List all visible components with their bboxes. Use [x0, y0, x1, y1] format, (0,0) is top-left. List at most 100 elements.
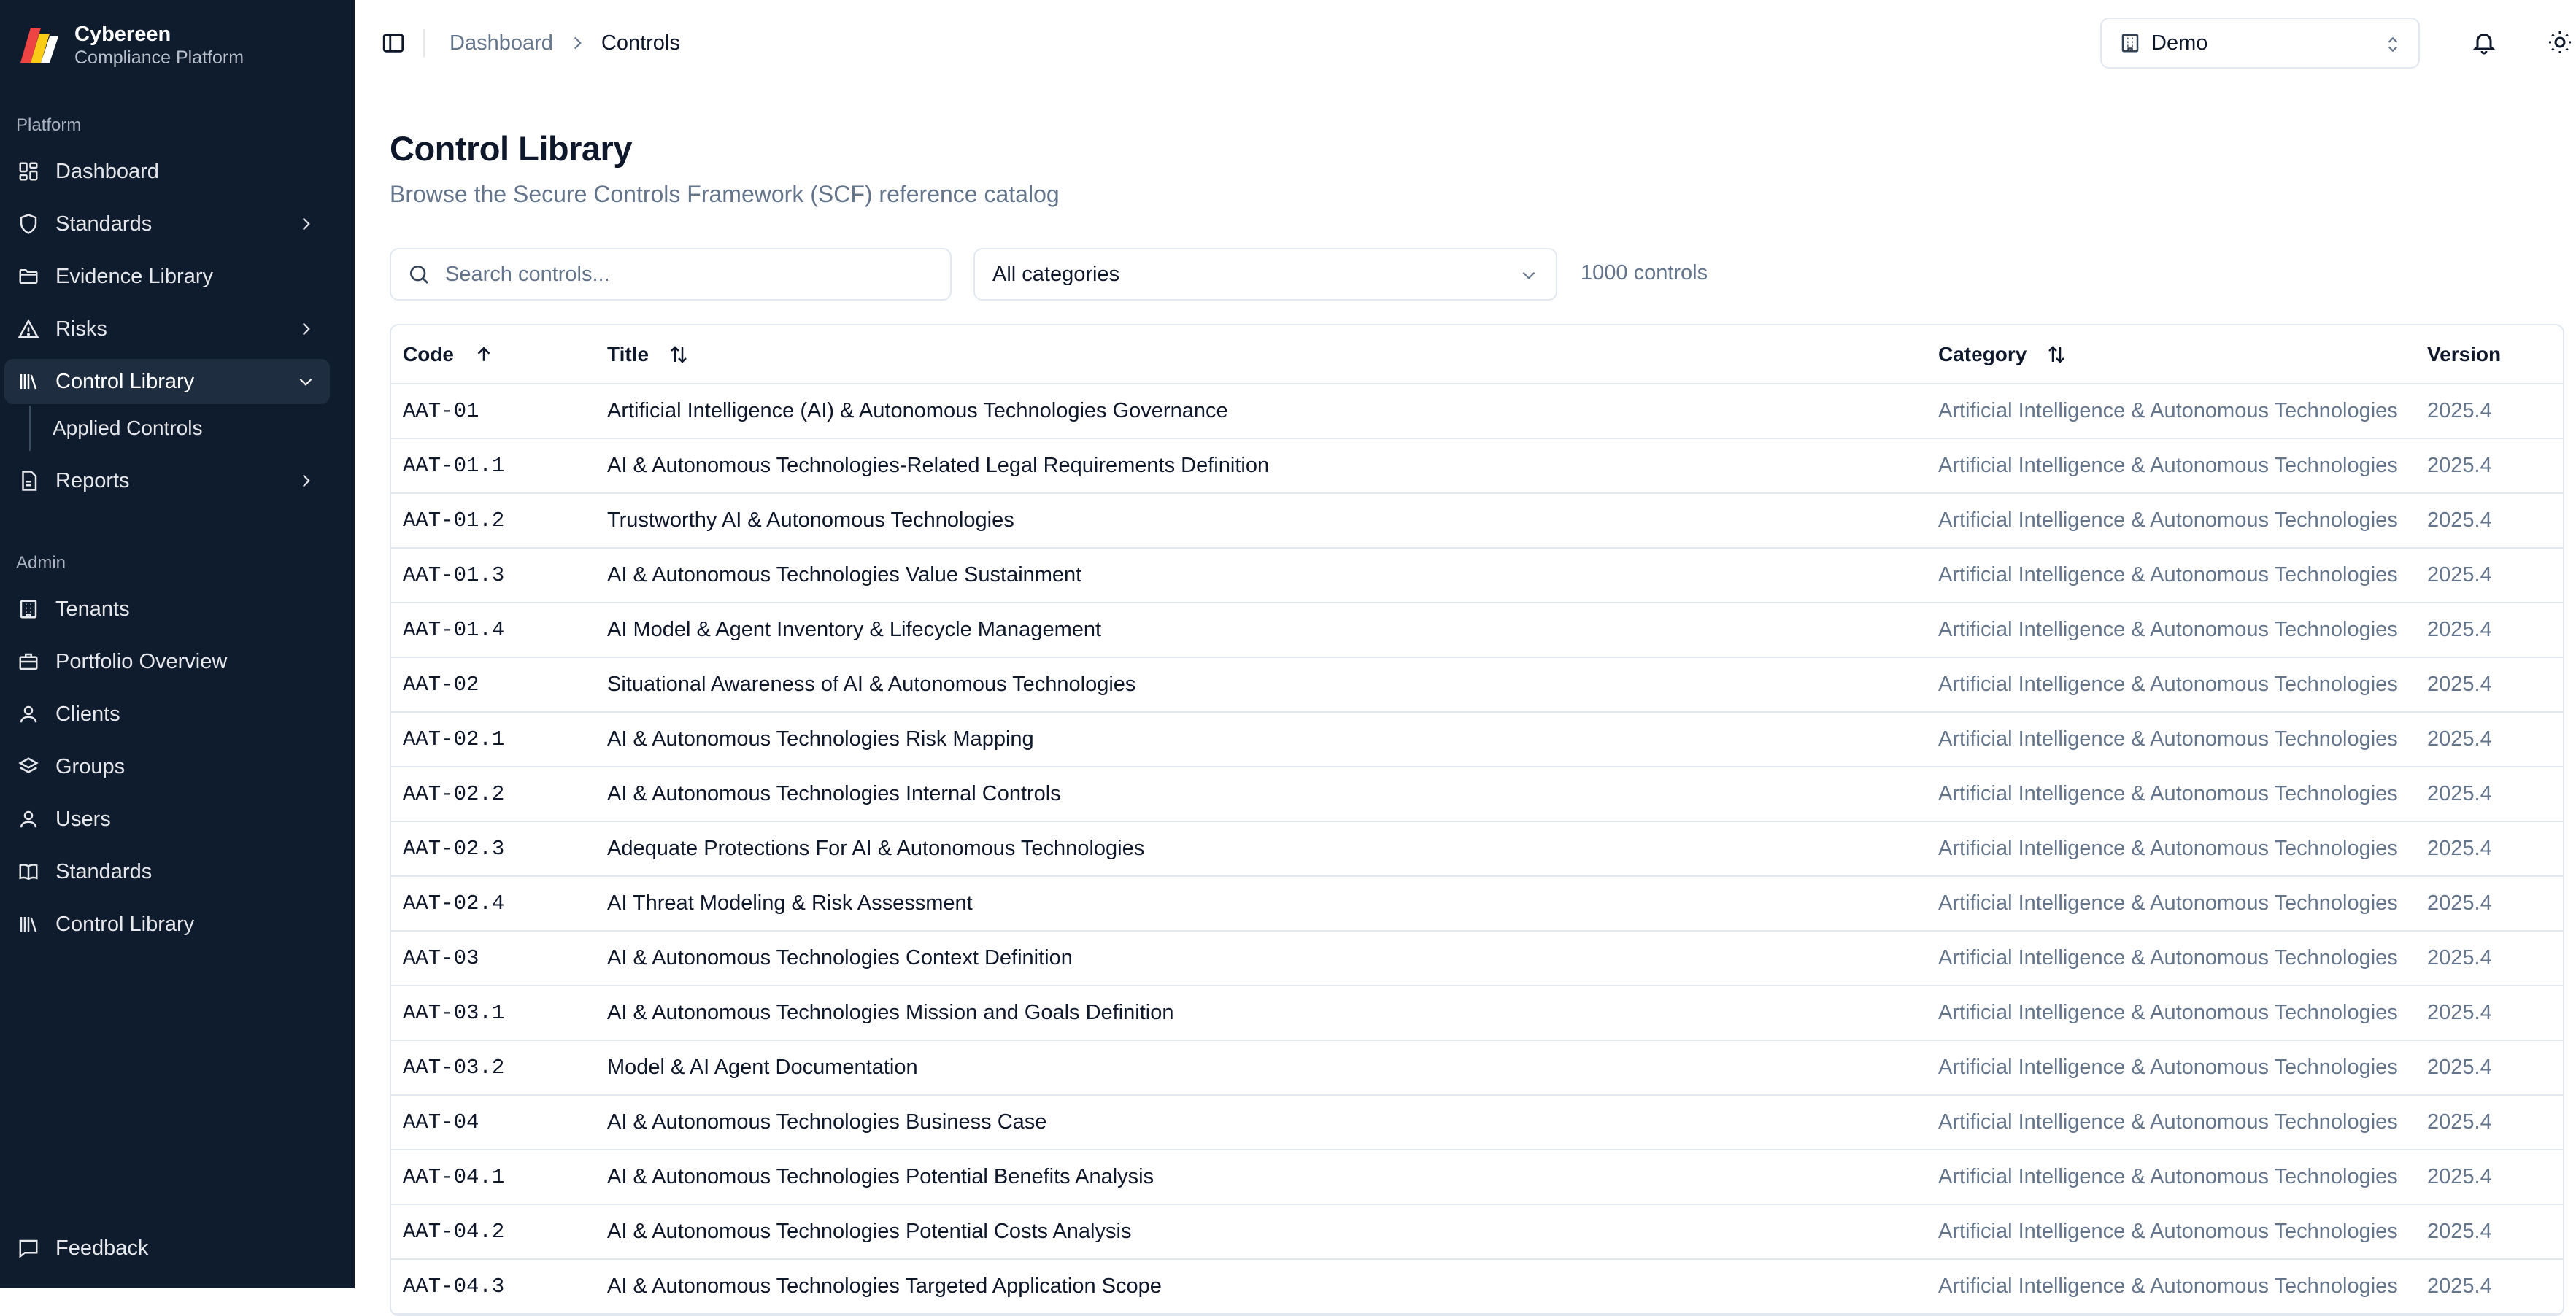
control-category: Artificial Intelligence & Autonomous Tec… [1927, 603, 2415, 658]
table-row[interactable]: AAT-01.3 AI & Autonomous Technologies Val… [391, 548, 2563, 603]
control-code: AAT-01.3 [391, 548, 595, 603]
sidebar-subitem-applied-controls[interactable]: Applied Controls [53, 406, 202, 451]
table-row[interactable]: AAT-01.2 Trustworthy AI & Autonomous Tech… [391, 493, 2563, 549]
column-header-label: Title [607, 342, 649, 365]
control-title: Model & AI Agent Documentation [595, 1040, 1927, 1096]
search-input[interactable] [444, 261, 928, 287]
sidebar-item-dashboard[interactable]: Dashboard [4, 149, 330, 194]
sidebar-item-label: Control Library [55, 912, 195, 936]
column-header-code[interactable]: Code [391, 325, 595, 384]
control-title: AI & Autonomous Technologies Mission and… [595, 986, 1927, 1041]
table-row[interactable]: AAT-01.4 AI Model & Agent Inventory & Lif… [391, 603, 2563, 658]
feedback-button[interactable]: Feedback [4, 1226, 330, 1271]
control-title: Situational Awareness of AI & Autonomous… [595, 657, 1927, 713]
folder-icon [18, 266, 39, 287]
sidebar-item-reports[interactable]: Reports [4, 458, 330, 503]
theme-toggle-button[interactable] [2547, 29, 2573, 55]
table-row[interactable]: AAT-02.1 AI & Autonomous Technologies Ris… [391, 712, 2563, 767]
table-row[interactable]: AAT-04.2 AI & Autonomous Technologies Pot… [391, 1204, 2563, 1260]
table-row[interactable]: AAT-04 AI & Autonomous Technologies Busin… [391, 1095, 2563, 1150]
brand-name: Cybereen [74, 23, 171, 46]
message-icon [18, 1237, 39, 1259]
control-code: AAT-01.2 [391, 493, 595, 549]
building-icon [2119, 32, 2141, 54]
sidebar: Cybereen Compliance Platform Platform Da… [0, 0, 355, 1288]
control-code: AAT-04.1 [391, 1150, 595, 1205]
category-select[interactable]: All categories [973, 248, 1557, 301]
control-title: AI & Autonomous Technologies-Related Leg… [595, 438, 1927, 494]
sidebar-item-portfolio-overview[interactable]: Portfolio Overview [4, 639, 330, 684]
sidebar-toggle-button[interactable] [381, 31, 406, 55]
control-version: 2025.4 [2415, 821, 2563, 877]
main-content: Dashboard Controls Demo Control Library … [355, 0, 2576, 1316]
sidebar-item-admin-standards[interactable]: Standards [4, 849, 330, 894]
sidebar-item-tenants[interactable]: Tenants [4, 587, 330, 632]
table-row[interactable]: AAT-03 AI & Autonomous Technologies Conte… [391, 931, 2563, 986]
control-title: Artificial Intelligence (AI) & Autonomou… [595, 384, 1927, 439]
sidebar-item-evidence-library[interactable]: Evidence Library [4, 254, 330, 299]
sidebar-item-label: Clients [55, 702, 120, 726]
panel-left-icon [382, 34, 404, 53]
control-code: AAT-03.1 [391, 986, 595, 1041]
tenant-select[interactable]: Demo [2100, 18, 2420, 69]
brand-subtitle: Compliance Platform [74, 47, 244, 68]
control-version: 2025.4 [2415, 931, 2563, 986]
control-code: AAT-02.4 [391, 876, 595, 932]
table-row[interactable]: AAT-01.1 AI & Autonomous Technologies-Rel… [391, 438, 2563, 494]
platform-section-label: Platform [16, 115, 82, 135]
control-title: AI & Autonomous Technologies Business Ca… [595, 1095, 1927, 1150]
control-title: AI & Autonomous Technologies Potential B… [595, 1150, 1927, 1205]
sidebar-item-admin-control-library[interactable]: Control Library [4, 902, 330, 947]
control-category: Artificial Intelligence & Autonomous Tec… [1927, 384, 2415, 439]
sidebar-item-risks[interactable]: Risks [4, 306, 330, 352]
control-category: Artificial Intelligence & Autonomous Tec… [1927, 876, 2415, 932]
dashboard-icon [18, 160, 39, 182]
topbar-divider [423, 29, 425, 57]
sidebar-item-clients[interactable]: Clients [4, 692, 330, 737]
table-row[interactable]: AAT-02 Situational Awareness of AI & Auto… [391, 657, 2563, 713]
control-code: AAT-04.3 [391, 1259, 595, 1315]
control-version: 2025.4 [2415, 712, 2563, 767]
control-title: AI & Autonomous Technologies Potential C… [595, 1204, 1927, 1260]
table-row[interactable]: AAT-02.3 Adequate Protections For AI & Au… [391, 821, 2563, 877]
control-category: Artificial Intelligence & Autonomous Tec… [1927, 821, 2415, 877]
table-row[interactable]: AAT-01 Artificial Intelligence (AI) & Aut… [391, 384, 2563, 439]
sidebar-item-groups[interactable]: Groups [4, 744, 330, 789]
feedback-label: Feedback [55, 1236, 149, 1260]
sidebar-item-label: Tenants [55, 597, 130, 621]
table-row[interactable]: AAT-03.2 Model & AI Agent Documentation Ar… [391, 1040, 2563, 1096]
sidebar-item-control-library[interactable]: Control Library [4, 359, 330, 404]
control-code: AAT-04 [391, 1095, 595, 1150]
book-icon [18, 861, 39, 883]
table-row[interactable]: AAT-02.2 AI & Autonomous Technologies Int… [391, 767, 2563, 822]
table-row[interactable]: AAT-04.3 AI & Autonomous Technologies Tar… [391, 1259, 2563, 1315]
breadcrumb-dashboard[interactable]: Dashboard [450, 31, 553, 55]
column-header-category[interactable]: Category [1927, 325, 2415, 384]
sidebar-item-label: Risks [55, 317, 107, 341]
table-row[interactable]: AAT-04.1 AI & Autonomous Technologies Pot… [391, 1150, 2563, 1205]
sort-icon [2045, 344, 2067, 365]
layers-icon [18, 756, 39, 778]
report-icon [18, 470, 39, 492]
control-title: AI & Autonomous Technologies Targeted Ap… [595, 1259, 1927, 1315]
control-code: AAT-02 [391, 657, 595, 713]
column-header-label: Version [2427, 342, 2502, 365]
control-category: Artificial Intelligence & Autonomous Tec… [1927, 438, 2415, 494]
sidebar-item-users[interactable]: Users [4, 797, 330, 842]
warning-icon [18, 318, 39, 340]
control-category: Artificial Intelligence & Autonomous Tec… [1927, 1204, 2415, 1260]
admin-section-label: Admin [16, 553, 66, 573]
table-row[interactable]: AAT-02.4 AI Threat Modeling & Risk Assess… [391, 876, 2563, 932]
sidebar-item-label: Users [55, 807, 111, 831]
notifications-button[interactable] [2471, 29, 2497, 55]
table-row[interactable]: AAT-03.1 AI & Autonomous Technologies Mis… [391, 986, 2563, 1041]
building-icon [18, 598, 39, 620]
brand[interactable]: Cybereen Compliance Platform [19, 22, 244, 69]
column-header-title[interactable]: Title [595, 325, 1927, 384]
chevron-right-icon [296, 471, 315, 490]
control-title: Adequate Protections For AI & Autonomous… [595, 821, 1927, 877]
control-code: AAT-02.2 [391, 767, 595, 822]
control-category: Artificial Intelligence & Autonomous Tec… [1927, 548, 2415, 603]
sidebar-item-standards[interactable]: Standards [4, 201, 330, 247]
control-title: AI & Autonomous Technologies Risk Mappin… [595, 712, 1927, 767]
